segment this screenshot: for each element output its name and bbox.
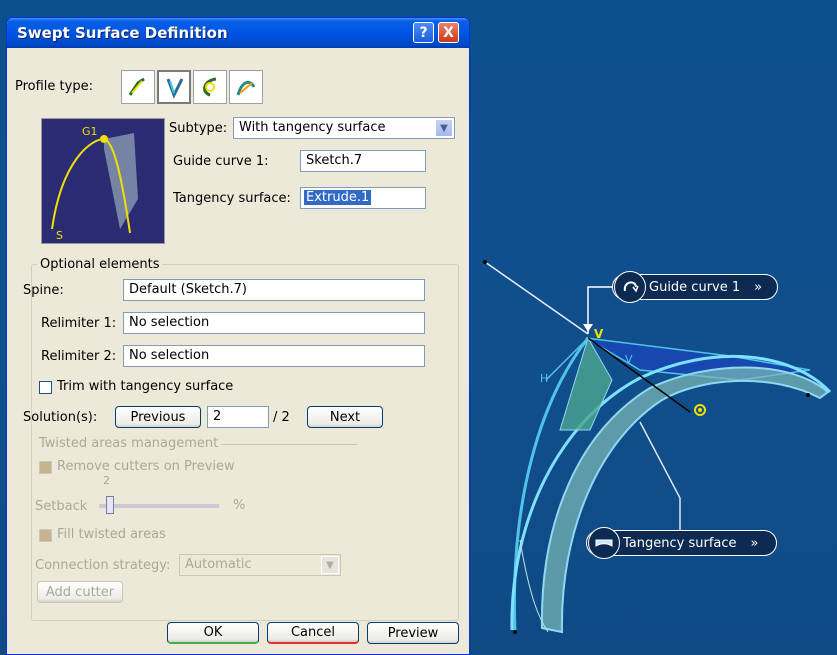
subtype-label: Subtype: (169, 121, 228, 136)
subtype-select[interactable]: With tangency surface ▼ (233, 117, 455, 139)
setback-slider-track[interactable] (99, 504, 219, 508)
tangency-surface-icon (588, 527, 620, 559)
ok-button[interactable]: OK (167, 622, 259, 644)
spine-field[interactable]: Default (Sketch.7) (123, 279, 425, 301)
subtype-select-value: With tangency surface (239, 120, 386, 135)
preview-s-label: S (56, 229, 63, 242)
preview-g1-label: G1 (82, 125, 98, 138)
relimiter1-label: Relimiter 1: (41, 316, 117, 331)
connection-label: Connection strategy: (35, 558, 171, 573)
setback-unit: % (233, 498, 246, 513)
chevron-right-icon: » (750, 535, 759, 551)
solution-total: / 2 (273, 410, 290, 425)
cancel-button[interactable]: Cancel (267, 622, 359, 644)
dialog-title: Swept Surface Definition (17, 24, 228, 42)
solutions-label: Solution(s): (23, 410, 98, 425)
setback-slider-thumb[interactable] (106, 496, 114, 514)
callout-guide-curve[interactable]: Guide curve 1 » (612, 271, 778, 303)
remove-cutters-label: Remove cutters on Preview (57, 459, 235, 474)
previous-button[interactable]: Previous (115, 406, 201, 428)
fill-twisted-checkbox[interactable] (39, 529, 52, 542)
axis-label-v: V (625, 353, 633, 366)
relimiter2-field[interactable]: No selection (123, 345, 425, 367)
tangency-surface-value: Extrude.1 (304, 190, 372, 205)
relimiter2-label: Relimiter 2: (41, 349, 117, 364)
chevron-down-icon[interactable]: ▼ (435, 119, 453, 137)
swept-surface-dialog: Swept Surface Definition ? X Profile typ… (6, 17, 470, 655)
spine-label: Spine: (23, 283, 64, 298)
callout-tangency-label: Tangency surface (623, 535, 737, 551)
profile-type-line-icon[interactable] (157, 70, 191, 104)
connection-select[interactable]: Automatic ▼ (179, 554, 341, 576)
close-button[interactable]: X (438, 22, 459, 43)
setback-value: 2 (103, 474, 110, 487)
next-button[interactable]: Next (307, 406, 383, 428)
dialog-titlebar[interactable]: Swept Surface Definition ? X (7, 18, 469, 48)
fill-twisted-label: Fill twisted areas (57, 527, 166, 542)
twisted-areas-title: Twisted areas management (39, 436, 219, 451)
setback-label: Setback (35, 499, 88, 514)
twisted-separator (221, 444, 357, 445)
callout-guide-label: Guide curve 1 (649, 279, 741, 295)
chevron-right-icon: » (754, 279, 763, 295)
guide-curve-label: Guide curve 1: (173, 154, 269, 169)
trim-checkbox[interactable] (39, 381, 52, 394)
guide-curve-field[interactable]: Sketch.7 (300, 150, 426, 172)
tangency-surface-label: Tangency surface: (173, 191, 291, 206)
subtype-preview-image: G1 S (41, 118, 165, 244)
preview-button[interactable]: Preview (367, 622, 459, 644)
remove-cutters-checkbox[interactable] (39, 461, 52, 474)
profile-type-label: Profile type: (15, 79, 93, 94)
tangency-surface-field[interactable]: Extrude.1 (300, 187, 426, 209)
help-button[interactable]: ? (413, 22, 434, 43)
solution-field[interactable]: 2 (207, 406, 269, 428)
profile-type-explicit-icon[interactable] (121, 70, 155, 104)
callout-tangency-surface[interactable]: Tangency surface » (586, 527, 777, 559)
connection-select-value: Automatic (185, 557, 252, 572)
optional-elements-title: Optional elements (37, 257, 163, 272)
chevron-down-icon[interactable]: ▼ (321, 556, 339, 574)
trim-label: Trim with tangency surface (57, 379, 234, 394)
guide-curve-icon (614, 271, 646, 303)
profile-type-circle-icon[interactable] (193, 70, 227, 104)
profile-type-conic-icon[interactable] (229, 70, 263, 104)
add-cutter-button[interactable]: Add cutter (37, 581, 123, 603)
vertex-label-v: V (594, 327, 604, 341)
axis-label-h: H (540, 372, 548, 385)
relimiter1-field[interactable]: No selection (123, 312, 425, 334)
